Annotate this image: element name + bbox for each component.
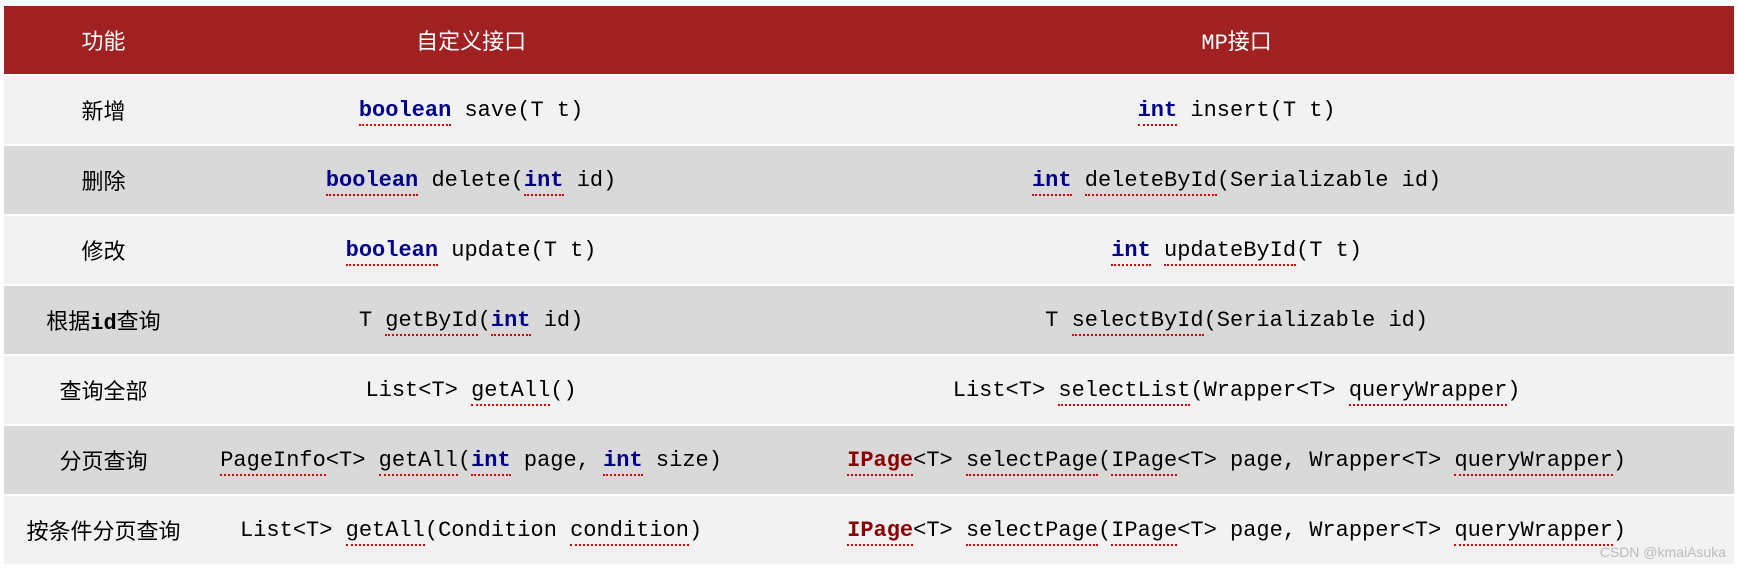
header-mp: MP接口 <box>739 5 1734 75</box>
header-custom: 自定义接口 <box>203 5 739 75</box>
cell-mp: IPage<T> selectPage(IPage<T> page, Wrapp… <box>739 425 1734 495</box>
cell-feature: 查询全部 <box>4 355 203 425</box>
cell-feature: 修改 <box>4 215 203 285</box>
api-comparison-table: 功能 自定义接口 MP接口 新增boolean save(T t)int ins… <box>4 4 1734 566</box>
cell-custom: PageInfo<T> getAll(int page, int size) <box>203 425 739 495</box>
table-row: 根据id查询T getById(int id)T selectById(Seri… <box>4 285 1734 355</box>
table-row: 分页查询PageInfo<T> getAll(int page, int siz… <box>4 425 1734 495</box>
cell-feature: 分页查询 <box>4 425 203 495</box>
cell-mp: int deleteById(Serializable id) <box>739 145 1734 215</box>
table-row: 删除boolean delete(int id)int deleteById(S… <box>4 145 1734 215</box>
cell-feature: 根据id查询 <box>4 285 203 355</box>
cell-custom: List<T> getAll(Condition condition) <box>203 495 739 565</box>
cell-feature: 删除 <box>4 145 203 215</box>
cell-mp: int updateById(T t) <box>739 215 1734 285</box>
cell-custom: List<T> getAll() <box>203 355 739 425</box>
table-row: 按条件分页查询List<T> getAll(Condition conditio… <box>4 495 1734 565</box>
cell-custom: boolean delete(int id) <box>203 145 739 215</box>
cell-custom: T getById(int id) <box>203 285 739 355</box>
cell-custom: boolean update(T t) <box>203 215 739 285</box>
cell-feature: 按条件分页查询 <box>4 495 203 565</box>
table-row: 查询全部List<T> getAll()List<T> selectList(W… <box>4 355 1734 425</box>
cell-mp: int insert(T t) <box>739 75 1734 145</box>
cell-mp: T selectById(Serializable id) <box>739 285 1734 355</box>
header-feature: 功能 <box>4 5 203 75</box>
table-body: 新增boolean save(T t)int insert(T t)删除bool… <box>4 75 1734 565</box>
cell-custom: boolean save(T t) <box>203 75 739 145</box>
cell-feature: 新增 <box>4 75 203 145</box>
cell-mp: List<T> selectList(Wrapper<T> queryWrapp… <box>739 355 1734 425</box>
table-row: 新增boolean save(T t)int insert(T t) <box>4 75 1734 145</box>
table-row: 修改boolean update(T t)int updateById(T t) <box>4 215 1734 285</box>
table-header-row: 功能 自定义接口 MP接口 <box>4 5 1734 75</box>
watermark: CSDN @kmaiAsuka <box>1600 544 1726 560</box>
cell-mp: IPage<T> selectPage(IPage<T> page, Wrapp… <box>739 495 1734 565</box>
